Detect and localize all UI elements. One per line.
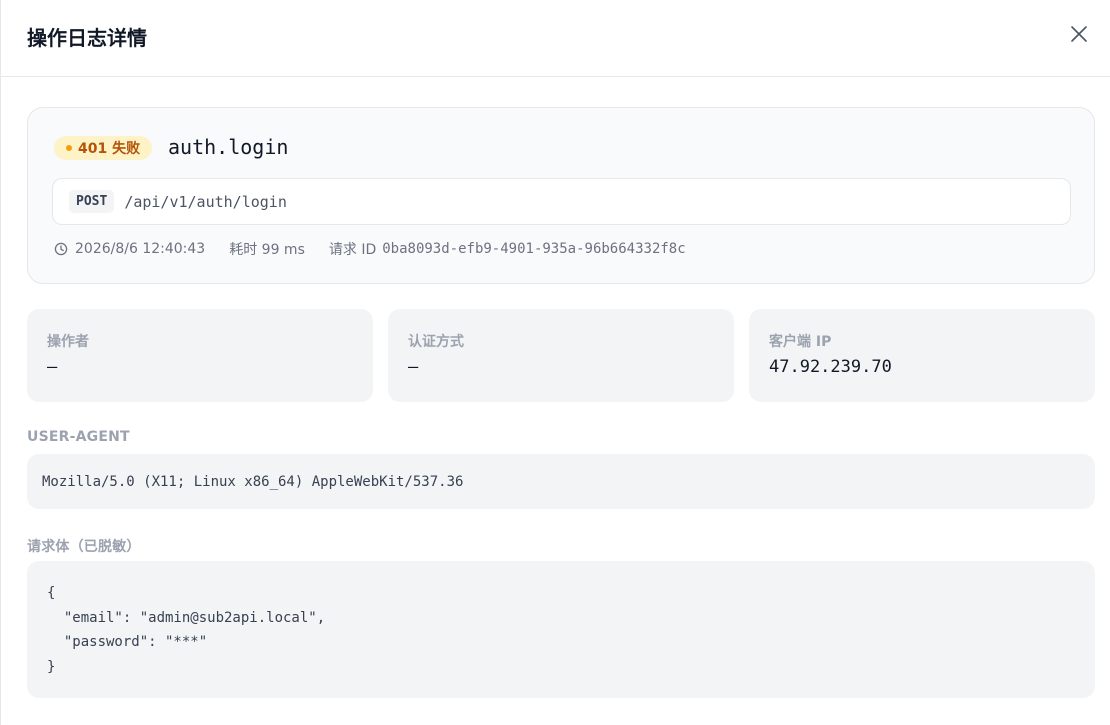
user-agent-value: Mozilla/5.0 (X11; Linux x86_64) AppleWeb… <box>27 454 1095 509</box>
modal-header: 操作日志详情 <box>1 0 1110 77</box>
modal-title: 操作日志详情 <box>27 26 147 50</box>
endpoint-box: POST /api/v1/auth/login <box>52 178 1071 225</box>
request-id-label: 请求 ID <box>328 242 377 258</box>
close-icon <box>1071 26 1087 42</box>
info-card-label: 操作者 <box>47 334 89 350</box>
request-body-content: { "email": "admin@sub2api.local", "passw… <box>27 561 1095 698</box>
close-button[interactable] <box>1068 23 1090 45</box>
info-card-label: 认证方式 <box>408 334 464 350</box>
info-card-label: 客户端 IP <box>769 334 832 350</box>
info-card-value: 47.92.239.70 <box>769 357 892 377</box>
info-card-value: — <box>408 357 419 377</box>
duration: 耗时 99 ms <box>229 242 305 258</box>
info-card-auth-method: 认证方式 — <box>388 309 734 402</box>
action-name: auth.login <box>168 135 289 159</box>
clock-icon <box>54 242 68 256</box>
info-card-operator: 操作者 — <box>27 309 373 402</box>
log-summary-card: 401 失败 auth.login POST /api/v1/auth/logi… <box>27 107 1095 284</box>
request-id: 请求 ID 0ba8093d-efb9-4901-935a-96b664332f… <box>329 239 686 259</box>
status-badge-label: 401 失败 <box>78 141 141 157</box>
request-id-value: 0ba8093d-efb9-4901-935a-96b664332f8c <box>382 241 686 257</box>
info-card-client-ip: 客户端 IP 47.92.239.70 <box>749 309 1095 402</box>
timestamp: 2026/8/6 12:40:43 <box>75 241 206 257</box>
meta-row: 2026/8/6 12:40:43 耗时 99 ms 请求 ID 0ba8093… <box>54 239 710 259</box>
status-badge: 401 失败 <box>54 136 153 160</box>
http-method-tag: POST <box>69 190 115 213</box>
info-card-value: — <box>47 357 58 377</box>
user-agent-label: USER-AGENT <box>27 429 130 445</box>
endpoint-path: /api/v1/auth/login <box>124 192 287 211</box>
operation-log-detail-modal: 操作日志详情 401 失败 auth.login POST /api/v1/au… <box>0 0 1110 725</box>
status-dot-icon <box>66 145 72 151</box>
request-body-label: 请求体（已脱敏） <box>27 539 141 555</box>
